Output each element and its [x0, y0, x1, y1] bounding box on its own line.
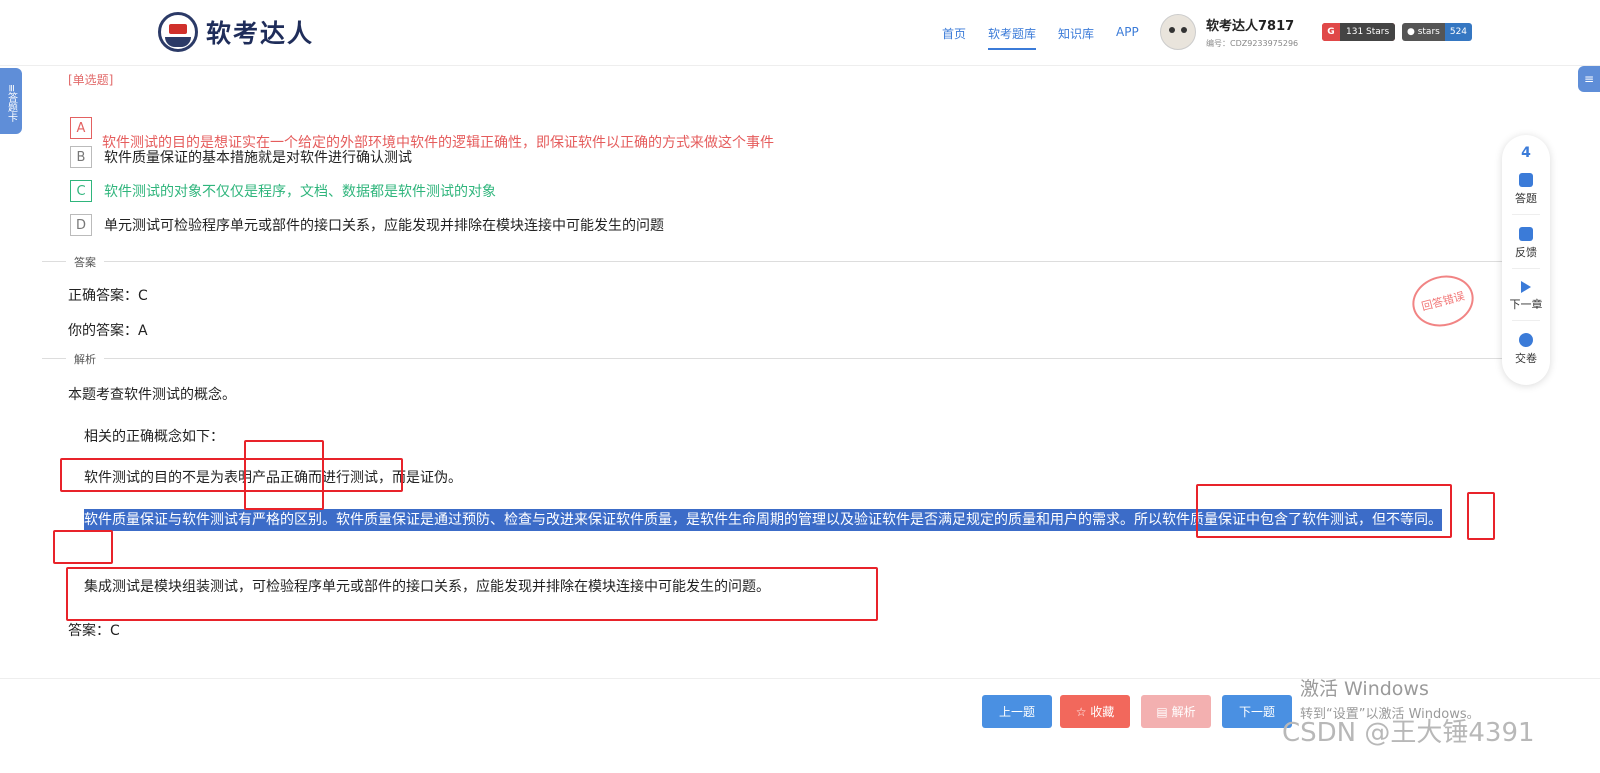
user-profile[interactable]: 软考达人7817 编号：CDZ9233975296: [1160, 14, 1298, 50]
skip-next-icon: [1521, 281, 1531, 293]
answer-section-label: 答案: [66, 254, 104, 270]
upload-icon: [1519, 333, 1533, 347]
top-header: 软考达人 首页 软考题库 知识库 APP 软考达人7817 编号：CDZ9233…: [0, 0, 1600, 66]
answer-card-tab[interactable]: ≡ 答题卡: [0, 68, 22, 134]
prev-question-button[interactable]: 上一题: [982, 695, 1052, 728]
gitee-stars-badge[interactable]: G 131 Stars: [1322, 23, 1396, 41]
csdn-watermark: CSDN @王大锤4391: [1282, 718, 1535, 748]
nav-home[interactable]: 首页: [942, 25, 966, 50]
analysis-divider: [42, 358, 1508, 359]
option-d[interactable]: D 单元测试可检验程序单元或部件的接口关系，应能发现并排除在模块连接中可能发生的…: [70, 214, 664, 236]
github-stars-label: ● stars: [1402, 23, 1445, 41]
option-b[interactable]: B 软件质量保证的基本措施就是对软件进行确认测试: [70, 146, 412, 168]
annotation-box: [60, 458, 403, 492]
option-text: 软件质量保证的基本措施就是对软件进行确认测试: [104, 150, 412, 166]
gitee-icon: G: [1322, 23, 1340, 41]
question-type: [单选题]: [68, 73, 114, 87]
site-logo[interactable]: 软考达人: [158, 12, 314, 52]
annotation-box: [53, 530, 113, 564]
github-stars-badge[interactable]: ● stars 524: [1402, 23, 1473, 41]
option-key: D: [70, 214, 92, 236]
submit-paper-button[interactable]: 交卷: [1515, 333, 1537, 366]
floating-toolbar: 4 答题 反馈 下一章 交卷: [1502, 135, 1550, 385]
github-icon: ●: [1407, 27, 1418, 37]
gitee-stars-label: 131 Stars: [1340, 23, 1396, 41]
option-key: C: [70, 180, 92, 202]
favorite-button[interactable]: ☆ 收藏: [1060, 695, 1130, 728]
option-text: 软件测试的对象不仅仅是程序，文档、数据都是软件测试的对象: [104, 184, 496, 200]
annotation-box: [1467, 492, 1495, 540]
feedback-button[interactable]: 反馈: [1515, 227, 1537, 260]
github-stars-count: 524: [1444, 23, 1473, 41]
answer-icon: [1519, 173, 1533, 187]
main-nav: 首页 软考题库 知识库 APP: [942, 25, 1161, 50]
annotation-box: [66, 567, 878, 621]
analysis-concepts-heading: 相关的正确概念如下：: [84, 429, 224, 445]
right-menu-tab[interactable]: ≡: [1578, 66, 1600, 92]
answer-divider: [42, 261, 1508, 262]
analysis-section-label: 解析: [66, 351, 104, 367]
correct-answer: 正确答案：C: [68, 288, 148, 304]
wrong-answer-stamp: 回答错误: [1406, 268, 1480, 334]
annotation-box: [1196, 484, 1452, 538]
logo-text: 软考达人: [206, 19, 315, 48]
question-count: 4: [1521, 145, 1531, 161]
answer-sheet-button[interactable]: 答题: [1515, 173, 1537, 206]
nav-app[interactable]: APP: [1116, 25, 1139, 50]
chat-icon: [1519, 227, 1533, 241]
logo-icon: [158, 12, 198, 52]
user-id: 编号：CDZ9233975296: [1206, 39, 1299, 48]
your-answer: 你的答案：A: [68, 323, 148, 339]
option-c[interactable]: C 软件测试的对象不仅仅是程序，文档、数据都是软件测试的对象: [70, 180, 496, 202]
option-key: B: [70, 146, 92, 168]
option-a[interactable]: A 软件测试的目的是想证实在一个给定的外部环境中软件的逻辑正确性，即保证软件以正…: [70, 104, 774, 152]
analysis-button[interactable]: ▤ 解析: [1141, 695, 1211, 728]
avatar[interactable]: [1160, 14, 1196, 50]
analysis-intro: 本题考查软件测试的概念。: [68, 387, 236, 403]
annotation-box: [244, 440, 324, 510]
menu-icon: ≡: [5, 83, 17, 93]
next-chapter-button[interactable]: 下一章: [1510, 281, 1543, 312]
analysis-answer: 答案：C: [68, 623, 120, 639]
option-key: A: [70, 117, 92, 139]
nav-knowledge-base[interactable]: 知识库: [1058, 25, 1094, 50]
user-name: 软考达人7817: [1206, 19, 1295, 34]
option-text: 单元测试可检验程序单元或部件的接口关系，应能发现并排除在模块连接中可能发生的问题: [104, 218, 664, 234]
nav-question-bank[interactable]: 软考题库: [988, 25, 1037, 50]
